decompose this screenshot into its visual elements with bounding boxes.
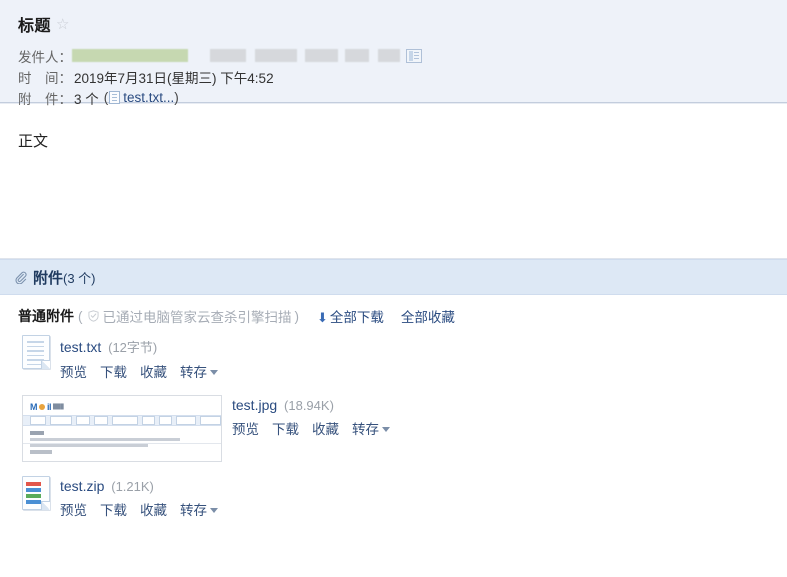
attachment-size: (12字节) bbox=[108, 340, 158, 355]
body-text: 正文 bbox=[18, 134, 49, 150]
attachment-summary-file-link[interactable]: test.txt... bbox=[123, 90, 174, 105]
redaction-block bbox=[345, 49, 369, 62]
download-arrow-icon: ⬇ bbox=[317, 310, 328, 325]
redaction-block bbox=[305, 49, 338, 62]
list-item: test.zip (1.21K) 预览 下载 收藏 转存 bbox=[22, 476, 787, 519]
attachment-actions: 预览 下载 收藏 转存 bbox=[60, 361, 218, 381]
favorite-link[interactable]: 收藏 bbox=[312, 418, 339, 438]
preview-link[interactable]: 预览 bbox=[60, 361, 87, 381]
sender-value-redacted[interactable] bbox=[72, 48, 422, 63]
attachment-name[interactable]: test.zip bbox=[60, 478, 104, 494]
save-to-link[interactable]: 转存 bbox=[180, 361, 218, 381]
attachment-info: test.txt (12字节) 预览 下载 收藏 转存 bbox=[60, 335, 218, 381]
download-link[interactable]: 下载 bbox=[100, 499, 127, 519]
text-file-icon bbox=[22, 335, 50, 369]
save-to-label: 转存 bbox=[180, 503, 207, 518]
attachment-list: test.txt (12字节) 预览 下载 收藏 转存 Mil ███ test… bbox=[0, 323, 787, 543]
save-to-label: 转存 bbox=[352, 422, 379, 437]
subject-row: 标题 ☆ bbox=[18, 12, 787, 36]
attachment-size: (1.21K) bbox=[111, 479, 154, 494]
attachment-section-header: 附件 (3 个) bbox=[0, 259, 787, 295]
attachment-name[interactable]: test.txt bbox=[60, 339, 101, 355]
page-title: 标题 bbox=[18, 18, 52, 35]
redaction-gap bbox=[188, 49, 210, 62]
scan-paren-open: ( bbox=[78, 308, 83, 324]
date-value: 2019年7月31日(星期三) 下午4:52 bbox=[74, 70, 274, 86]
attachment-thumbnail[interactable]: Mil ███ bbox=[22, 395, 222, 462]
shield-check-icon bbox=[87, 310, 99, 322]
attachment-subheader: 普通附件 ( 已通过电脑管家云查杀引擎扫描 ) ⬇ 全部下载 全部收藏 bbox=[0, 295, 787, 326]
attachment-section-count: (3 个) bbox=[63, 270, 96, 286]
text-file-icon bbox=[109, 91, 121, 104]
star-outline-icon[interactable]: ☆ bbox=[56, 17, 69, 32]
scan-paren-close: ) bbox=[294, 308, 300, 324]
redaction-block bbox=[72, 49, 188, 62]
attachment-group-label: 普通附件 bbox=[18, 308, 74, 324]
attachment-icon[interactable] bbox=[22, 476, 50, 510]
mail-header: 标题 ☆ 发件人： 时 间： 2019年7月31日(星期三) 下午4:52 附 … bbox=[0, 0, 787, 107]
favorite-link[interactable]: 收藏 bbox=[140, 361, 167, 381]
save-to-label: 转存 bbox=[180, 365, 207, 380]
attachment-actions: 预览 下载 收藏 转存 bbox=[60, 499, 218, 519]
image-thumbnail: Mil ███ bbox=[22, 395, 222, 462]
paperclip-icon bbox=[14, 271, 27, 284]
paren-open: ( bbox=[103, 90, 109, 105]
redaction-gap bbox=[338, 49, 345, 62]
preview-link[interactable]: 预览 bbox=[232, 418, 259, 438]
attachment-actions: 预览 下载 收藏 转存 bbox=[232, 418, 390, 438]
attachment-icon[interactable] bbox=[22, 335, 50, 369]
redaction-block bbox=[255, 49, 297, 62]
attachment-section-title: 附件 bbox=[33, 269, 64, 287]
scan-note: ( 已通过电脑管家云查杀引擎扫描 ) bbox=[78, 306, 299, 326]
chevron-down-icon bbox=[382, 427, 390, 432]
attachment-summary-row: 附 件： 3 个 ( test.txt... ) bbox=[18, 87, 787, 108]
save-to-link[interactable]: 转存 bbox=[352, 418, 390, 438]
paren-close: ) bbox=[174, 90, 179, 105]
attachment-info: test.jpg (18.94K) 预览 下载 收藏 转存 bbox=[232, 395, 390, 438]
download-all-button[interactable]: ⬇ 全部下载 bbox=[317, 306, 384, 326]
chevron-down-icon bbox=[210, 508, 218, 513]
mail-reading-pane: 标题 ☆ 发件人： 时 间： 2019年7月31日(星期三) 下午4:52 附 … bbox=[0, 0, 787, 577]
attachment-name-row: test.zip (1.21K) bbox=[60, 478, 218, 494]
list-bottom-spacer bbox=[22, 533, 787, 543]
chevron-down-icon bbox=[210, 370, 218, 375]
attachment-summary-label: 附 件： bbox=[18, 91, 72, 107]
date-label: 时 间： bbox=[18, 70, 72, 86]
favorite-all-button[interactable]: 全部收藏 bbox=[401, 306, 455, 326]
redaction-block bbox=[378, 49, 400, 62]
date-row: 时 间： 2019年7月31日(星期三) 下午4:52 bbox=[18, 66, 787, 87]
attachment-size: (18.94K) bbox=[284, 398, 334, 413]
zip-file-icon bbox=[22, 476, 50, 510]
attachment-name-row: test.jpg (18.94K) bbox=[232, 397, 390, 413]
attachment-name-row: test.txt (12字节) bbox=[60, 337, 218, 356]
redaction-block bbox=[210, 49, 246, 62]
contact-card-icon[interactable] bbox=[406, 48, 422, 63]
list-item: test.txt (12字节) 预览 下载 收藏 转存 bbox=[22, 335, 787, 381]
redaction-gap bbox=[297, 49, 305, 62]
save-to-link[interactable]: 转存 bbox=[180, 499, 218, 519]
download-all-label: 全部下载 bbox=[329, 310, 384, 325]
mail-body: 正文 bbox=[0, 103, 787, 258]
list-item: Mil ███ test.jpg (18.94K) 预览 下载 收藏 转存 bbox=[22, 395, 787, 462]
redaction-gap bbox=[246, 49, 255, 62]
attachment-name[interactable]: test.jpg bbox=[232, 397, 277, 413]
favorite-link[interactable]: 收藏 bbox=[140, 499, 167, 519]
bulk-actions: ⬇ 全部下载 全部收藏 bbox=[317, 306, 455, 326]
download-link[interactable]: 下载 bbox=[272, 418, 299, 438]
preview-link[interactable]: 预览 bbox=[60, 499, 87, 519]
download-link[interactable]: 下载 bbox=[100, 361, 127, 381]
sender-row: 发件人： bbox=[18, 45, 787, 66]
sender-label: 发件人： bbox=[18, 49, 72, 65]
attachment-count: 3 个 bbox=[74, 91, 99, 107]
redaction-gap bbox=[369, 49, 378, 62]
attachment-info: test.zip (1.21K) 预览 下载 收藏 转存 bbox=[60, 476, 218, 519]
scan-text: 已通过电脑管家云查杀引擎扫描 bbox=[102, 310, 292, 325]
